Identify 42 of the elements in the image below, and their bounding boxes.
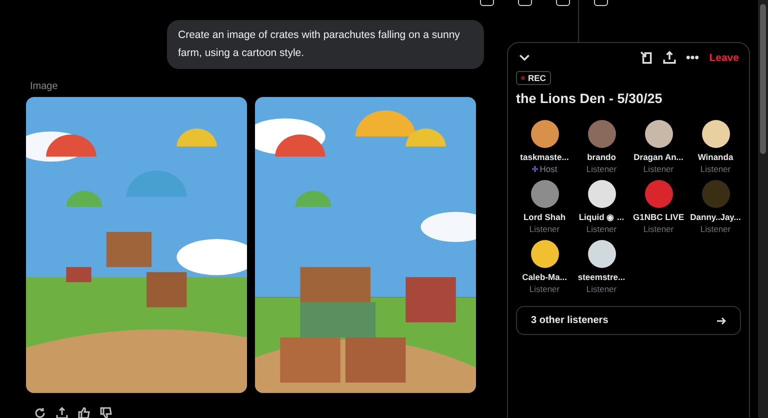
minimize-icon[interactable] xyxy=(640,51,654,64)
participant-role: Listener xyxy=(586,224,617,234)
thumbs-down-icon[interactable] xyxy=(100,407,112,418)
section-label: Image xyxy=(30,81,59,92)
participant-name: Caleb-Ma... xyxy=(522,272,567,282)
participant-role: Listener xyxy=(700,164,731,174)
participant-role: Host xyxy=(540,164,558,174)
participant-role: Listener xyxy=(586,164,617,174)
participant-name: Winanda xyxy=(698,152,734,162)
thumbs-up-icon[interactable] xyxy=(78,407,90,418)
participant-role: Listener xyxy=(643,224,674,234)
participant-name: Lord Shah xyxy=(523,212,566,222)
participant-role: Listener xyxy=(643,164,674,174)
arrow-right-icon xyxy=(716,316,726,326)
space-title: the Lions Den - 5/30/25 xyxy=(516,91,664,106)
avatar[interactable] xyxy=(530,180,558,208)
participant-name: taskmaste... xyxy=(520,152,569,162)
scrollbar[interactable] xyxy=(758,0,768,418)
participant-name: Danny..Jay... xyxy=(690,212,741,222)
participant-role: Listener xyxy=(586,284,617,294)
prompt-message: Create an image of crates with parachutes falling on a sunny farm, using a cartoon style. xyxy=(167,20,484,69)
regenerate-icon[interactable] xyxy=(34,407,46,418)
speaking-icon xyxy=(532,165,538,173)
participant-role: Listener xyxy=(529,224,560,234)
avatar[interactable] xyxy=(588,240,616,268)
other-listeners-button[interactable]: 3 other listeners xyxy=(516,306,741,335)
avatar[interactable] xyxy=(588,180,616,208)
share-icon[interactable] xyxy=(56,407,68,418)
participant-name: brando xyxy=(587,152,616,162)
avatar[interactable] xyxy=(702,120,730,148)
participant-name: Dragan An... xyxy=(634,152,684,162)
rec-badge: REC xyxy=(516,71,551,85)
participant-role: Listener xyxy=(529,284,560,294)
leave-button[interactable]: Leave xyxy=(709,52,739,64)
avatar[interactable] xyxy=(530,120,558,148)
avatar[interactable] xyxy=(530,240,558,268)
participant-name: Liquid ◉ ... xyxy=(578,212,624,222)
participant-name: G1NBC LIVE xyxy=(632,212,684,222)
participant-role: Listener xyxy=(700,224,731,234)
share-icon[interactable] xyxy=(663,51,676,64)
avatar[interactable] xyxy=(644,120,672,148)
participant-name: steemstre... xyxy=(578,272,626,282)
